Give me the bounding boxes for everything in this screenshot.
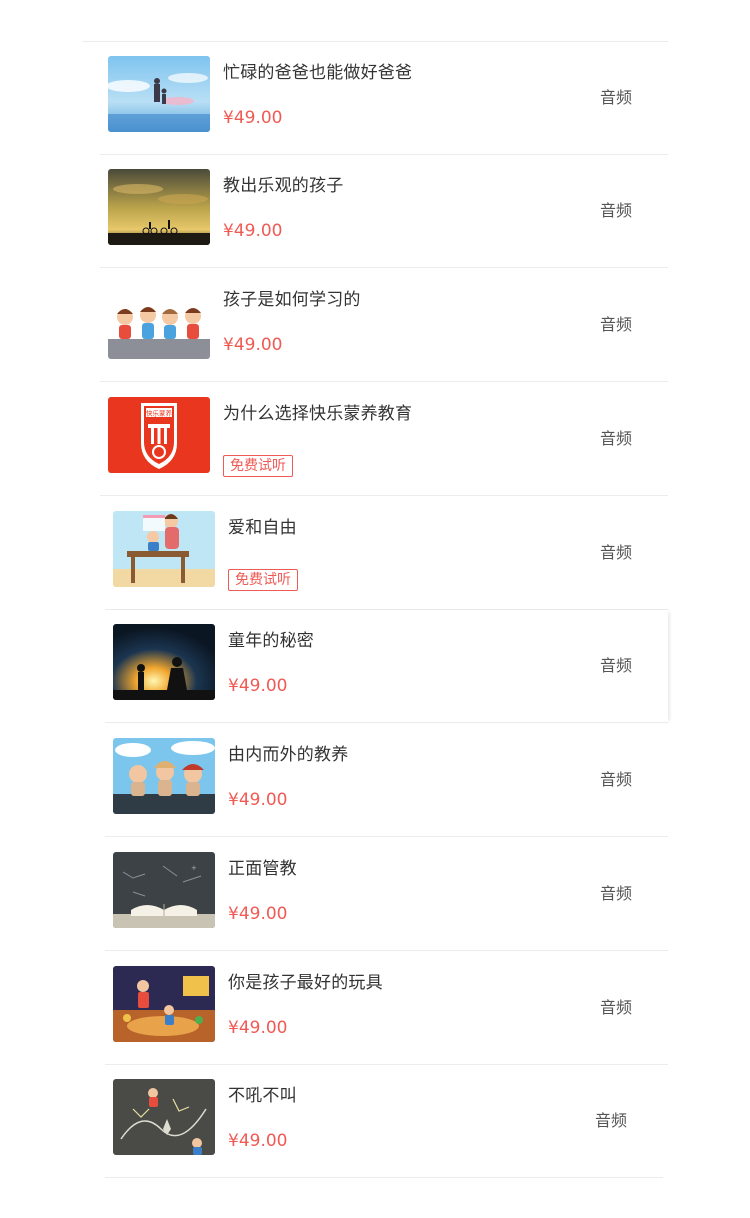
course-type-label: 音频: [594, 1111, 627, 1130]
course-item[interactable]: 忙碌的爸爸也能做好爸爸 ¥49.00 音频: [100, 42, 668, 155]
course-title: 童年的秘密: [228, 631, 314, 651]
course-item[interactable]: 爱和自由 免费试听 音频: [105, 497, 668, 610]
free-trial-badge: 免费试听: [223, 455, 293, 477]
course-title: 由内而外的教养: [228, 745, 349, 765]
course-type-label: 音频: [599, 88, 632, 107]
course-item[interactable]: + 正面管教 ¥49.00 音频: [105, 838, 668, 951]
course-title: 教出乐观的孩子: [223, 176, 344, 196]
course-type-label: 音频: [599, 543, 632, 562]
course-type-label: 音频: [599, 770, 632, 789]
course-price: ¥49.00: [228, 1018, 288, 1038]
course-thumbnail: [108, 283, 210, 359]
course-title: 你是孩子最好的玩具: [228, 973, 383, 993]
course-item[interactable]: 孩子是如何学习的 ¥49.00 音频: [100, 269, 668, 382]
course-thumbnail: [113, 624, 215, 700]
course-item[interactable]: 快乐蒙养 为什么选择快乐蒙养教育 免费试听 音频: [100, 383, 668, 496]
course-item[interactable]: 由内而外的教养 ¥49.00 音频: [105, 724, 668, 837]
course-type-label: 音频: [599, 429, 632, 448]
course-list-page: 忙碌的爸爸也能做好爸爸 ¥49.00 音频 教出乐观的孩子 ¥49.00 音频: [0, 0, 750, 1218]
course-title: 为什么选择快乐蒙养教育: [223, 404, 413, 424]
course-price: ¥49.00: [228, 676, 288, 696]
course-thumbnail: [113, 738, 215, 814]
course-title: 不吼不叫: [228, 1086, 297, 1106]
course-price: ¥49.00: [228, 790, 288, 810]
course-item[interactable]: 你是孩子最好的玩具 ¥49.00 音频: [105, 952, 668, 1065]
course-title: 正面管教: [228, 859, 297, 879]
course-price: ¥49.00: [228, 1131, 288, 1151]
course-thumbnail: +: [113, 852, 215, 928]
course-type-label: 音频: [599, 315, 632, 334]
free-trial-badge: 免费试听: [228, 569, 298, 591]
course-thumbnail: [113, 511, 215, 587]
course-type-label: 音频: [599, 656, 632, 675]
course-thumbnail: [113, 1079, 215, 1155]
course-price: ¥49.00: [223, 108, 283, 128]
svg-text:快乐蒙养: 快乐蒙养: [146, 409, 173, 418]
course-thumbnail: 快乐蒙养: [108, 397, 210, 473]
course-title: 孩子是如何学习的: [223, 290, 361, 310]
course-item[interactable]: 教出乐观的孩子 ¥49.00 音频: [100, 155, 668, 268]
course-price: ¥49.00: [223, 221, 283, 241]
course-type-label: 音频: [599, 201, 632, 220]
course-thumbnail: [108, 56, 210, 132]
course-item[interactable]: 童年的秘密 ¥49.00 音频: [105, 610, 668, 723]
course-price: ¥49.00: [223, 335, 283, 355]
course-thumbnail: [108, 169, 210, 245]
course-thumbnail: [113, 966, 215, 1042]
course-item[interactable]: 不吼不叫 ¥49.00 音频: [105, 1065, 663, 1178]
course-title: 忙碌的爸爸也能做好爸爸: [223, 63, 413, 83]
course-price: ¥49.00: [228, 904, 288, 924]
course-type-label: 音频: [599, 998, 632, 1017]
course-type-label: 音频: [599, 884, 632, 903]
course-title: 爱和自由: [228, 518, 297, 538]
svg-text:+: +: [191, 864, 197, 872]
